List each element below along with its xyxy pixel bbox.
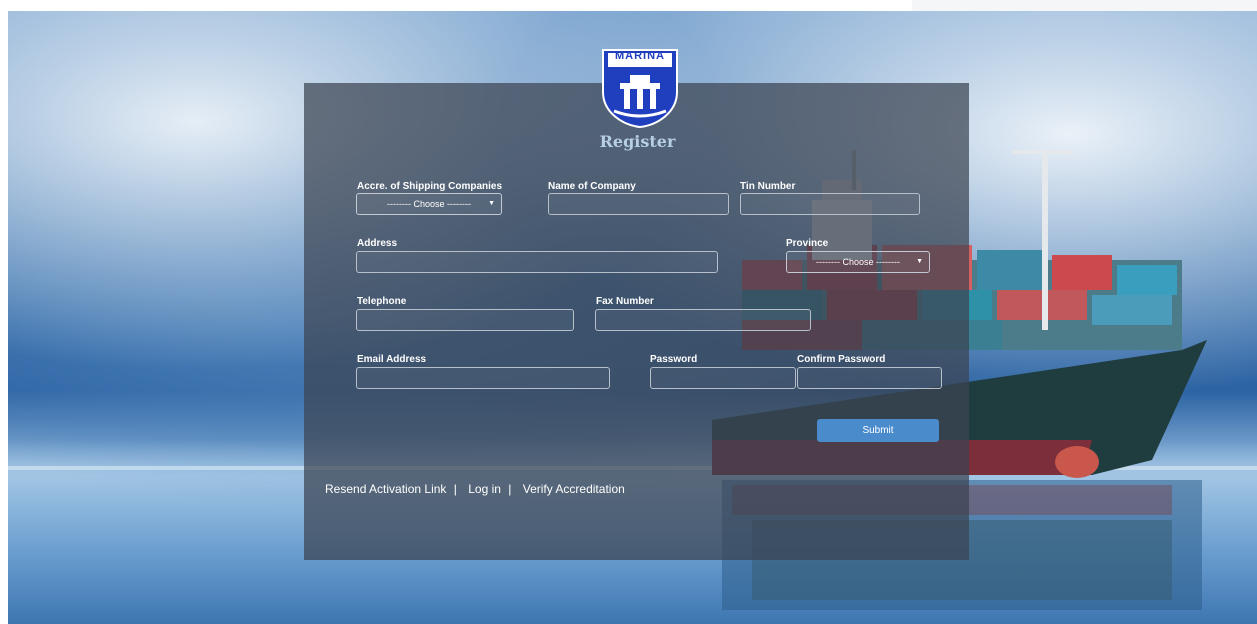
resend-activation-link[interactable]: Resend Activation Link (325, 482, 446, 496)
login-link[interactable]: Log in (468, 482, 501, 496)
accreditation-value: -------- Choose -------- (387, 199, 471, 209)
confirm-password-input[interactable] (797, 367, 942, 389)
fax-number-label: Fax Number (596, 296, 654, 307)
accreditation-label: Accre. of Shipping Companies (357, 181, 503, 192)
telephone-input[interactable] (356, 309, 574, 331)
caret-down-icon: ▼ (916, 258, 923, 265)
accreditation-select[interactable]: -------- Choose -------- ▼ (356, 193, 502, 215)
address-label: Address (357, 238, 398, 249)
province-value: -------- Choose -------- (816, 257, 900, 267)
tin-number-label: Tin Number (740, 181, 796, 192)
password-input[interactable] (650, 367, 796, 389)
company-name-label: Name of Company (548, 181, 636, 192)
page-title: Register (599, 132, 676, 151)
province-select[interactable]: -------- Choose -------- ▼ (786, 251, 930, 273)
tin-number-input[interactable] (740, 193, 920, 215)
address-input[interactable] (356, 251, 718, 273)
caret-down-icon: ▼ (488, 200, 495, 207)
email-label: Email Address (357, 354, 427, 365)
logo-text: MARINA (615, 50, 665, 62)
fax-number-input[interactable] (595, 309, 811, 331)
link-separator: | (453, 482, 457, 496)
top-bar (912, 0, 1257, 11)
verify-accreditation-link[interactable]: Verify Accreditation (523, 482, 625, 496)
link-separator: | (508, 482, 512, 496)
province-label: Province (786, 238, 829, 249)
email-input[interactable] (356, 367, 610, 389)
confirm-password-label: Confirm Password (797, 354, 886, 365)
submit-button[interactable]: Submit (817, 419, 939, 442)
telephone-label: Telephone (357, 296, 407, 307)
password-label: Password (650, 354, 698, 365)
company-name-input[interactable] (548, 193, 729, 215)
footer-links: Resend Activation Link | Log in | Verify… (325, 482, 625, 496)
